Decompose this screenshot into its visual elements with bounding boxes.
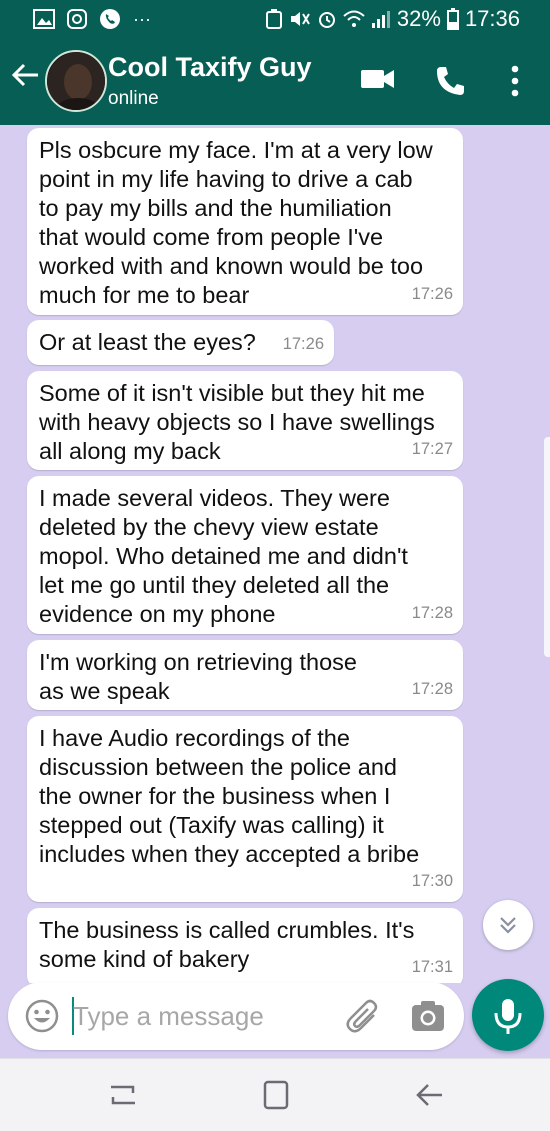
home-icon (263, 1080, 289, 1110)
message-text: I made several videos. They were deleted… (39, 485, 408, 627)
signal-icon (371, 11, 390, 28)
message-bubble[interactable]: I made several videos. They were deleted… (27, 476, 463, 634)
back-button[interactable] (10, 60, 44, 98)
scrollbar[interactable] (544, 437, 550, 657)
message-bubble[interactable]: The business is called crumbles. It's so… (27, 908, 463, 983)
message-text: Or at least the eyes? (39, 329, 256, 355)
clock: 17:36 (464, 6, 520, 31)
battery-percent: 32% (396, 6, 441, 31)
message-bubble[interactable]: I'm working on retrieving those as we sp… (27, 640, 463, 710)
video-call-button[interactable] (360, 64, 400, 100)
contact-status: online (108, 88, 159, 109)
recent-apps-button[interactable] (103, 1077, 143, 1113)
avatar-image (47, 52, 105, 110)
back-arrow-icon (11, 63, 38, 87)
whatsapp-icon (100, 9, 120, 29)
message-time: 17:26 (411, 285, 453, 303)
emoji-icon (25, 999, 59, 1033)
instagram-icon (67, 9, 87, 29)
message-time: 17:31 (411, 958, 453, 976)
message-bubble[interactable]: I have Audio recordings of the discussio… (27, 716, 463, 902)
overflow-menu-button[interactable] (500, 64, 530, 100)
system-indicators: 32% 17:36 (265, 6, 520, 32)
emoji-button[interactable] (24, 998, 60, 1034)
message-time: 17:27 (411, 440, 453, 458)
contact-avatar[interactable] (45, 50, 107, 112)
contact-name[interactable]: Cool Taxify Guy (108, 52, 312, 83)
voice-message-button[interactable] (472, 979, 544, 1051)
back-nav-button[interactable] (410, 1077, 450, 1113)
voice-call-button[interactable] (434, 64, 474, 100)
battery-icon (446, 8, 459, 30)
message-input[interactable] (73, 994, 323, 1038)
message-text: Pls osbcure my face. I'm at a very low p… (39, 137, 433, 308)
message-time: 17:30 (411, 872, 453, 890)
video-camera-icon (361, 70, 394, 88)
status-bar: ··· 32% 17:36 (0, 0, 550, 38)
camera-button[interactable] (410, 998, 446, 1034)
more-notifications-icon: ··· (133, 9, 151, 29)
message-text: Some of it isn't visible but they hit me… (39, 380, 435, 464)
system-navigation-bar (0, 1058, 550, 1131)
message-composer (8, 982, 464, 1050)
message-time: 17:26 (282, 335, 324, 353)
message-text: I have Audio recordings of the discussio… (39, 725, 420, 867)
message-text: I'm working on retrieving those as we sp… (39, 649, 357, 704)
data-saver-icon (265, 9, 282, 29)
more-vert-icon (511, 65, 519, 97)
mute-icon (290, 12, 310, 26)
paperclip-icon (346, 999, 378, 1033)
message-time: 17:28 (411, 604, 453, 622)
message-bubble[interactable]: Pls osbcure my face. I'm at a very low p… (27, 128, 463, 315)
back-nav-icon (416, 1084, 442, 1106)
attach-button[interactable] (344, 997, 384, 1037)
message-text: The business is called crumbles. It's so… (39, 917, 415, 972)
scroll-to-bottom-button[interactable] (483, 900, 533, 950)
notification-icons: ··· (33, 8, 151, 30)
gallery-icon (33, 9, 55, 29)
message-time: 17:28 (411, 680, 453, 698)
microphone-icon (494, 999, 522, 1034)
chat-header: Cool Taxify Guy online (0, 38, 550, 125)
phone-icon (437, 67, 464, 95)
message-bubble[interactable]: Or at least the eyes? 17:26 (27, 320, 334, 365)
double-chevron-down-icon (500, 917, 516, 934)
home-button[interactable] (256, 1077, 296, 1113)
recent-apps-icon (111, 1085, 135, 1105)
camera-icon (412, 1001, 444, 1031)
alarm-icon (318, 12, 335, 28)
wifi-icon (343, 10, 365, 27)
message-list[interactable]: Pls osbcure my face. I'm at a very low p… (0, 125, 550, 983)
message-bubble[interactable]: Some of it isn't visible but they hit me… (27, 371, 463, 470)
